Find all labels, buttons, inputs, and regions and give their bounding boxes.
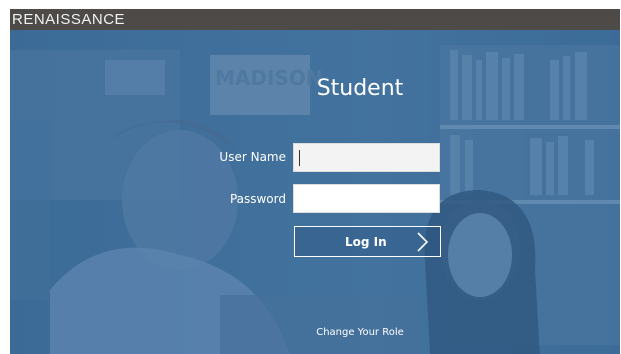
login-button[interactable]: Log In xyxy=(294,226,441,257)
username-input[interactable] xyxy=(293,143,440,172)
username-label: User Name xyxy=(219,150,286,164)
login-button-label: Log In xyxy=(345,235,387,249)
login-screen: RENAISSANCE MADISON Student User Name Pa… xyxy=(10,9,620,354)
chevron-right-icon xyxy=(416,231,430,256)
brand-logo: RENAISSANCE xyxy=(12,11,126,28)
change-role-link[interactable]: Change Your Role xyxy=(310,327,410,338)
text-caret xyxy=(299,150,300,166)
password-input[interactable] xyxy=(293,184,440,213)
top-bar: RENAISSANCE xyxy=(10,9,620,30)
password-label: Password xyxy=(229,192,286,206)
role-title: Student xyxy=(316,76,404,101)
